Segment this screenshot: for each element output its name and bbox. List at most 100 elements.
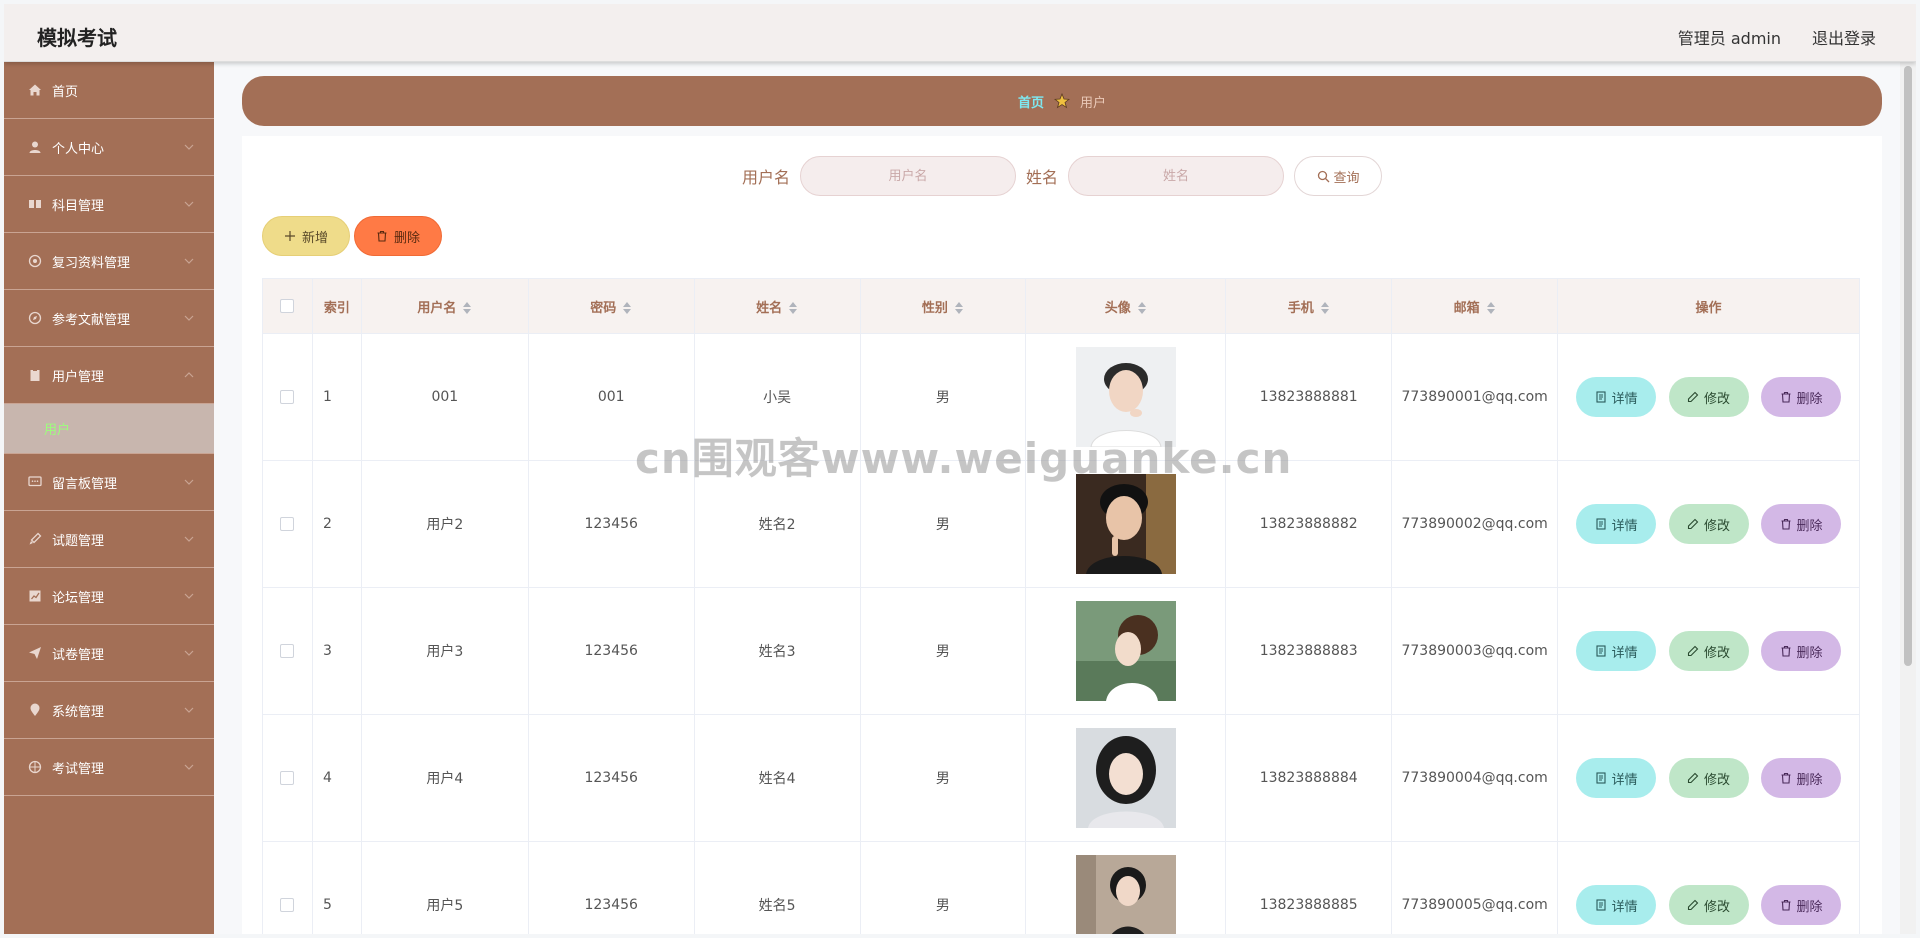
avatar[interactable] [1075,474,1176,574]
add-button[interactable]: 新增 [262,216,350,256]
sidebar-item-system[interactable]: 系统管理 [4,682,214,739]
col-gender[interactable]: 性别 [859,278,1027,334]
trash-icon [1781,899,1790,911]
star-icon [1054,93,1070,109]
sidebar-item-message[interactable]: 留言板管理 [4,454,214,511]
sidebar-item-review[interactable]: 复习资料管理 [4,233,214,290]
detail-button[interactable]: 详情 [1576,377,1657,417]
sidebar-item-label: 个人中心 [52,141,105,157]
name-search-input[interactable] [1068,156,1285,196]
sidebar-item-user-mgmt[interactable]: 用户管理 [4,347,214,404]
row-password: 123456 [527,714,695,842]
batch-delete-button[interactable]: 删除 [354,216,442,256]
row-checkbox[interactable] [280,644,295,658]
sidebar-item-forum[interactable]: 论坛管理 [4,568,214,625]
delete-button[interactable]: 删除 [1761,758,1842,798]
row-index: 4 [311,714,362,842]
detail-button[interactable]: 详情 [1576,885,1657,925]
chevron-down-icon [184,476,194,486]
sidebar-item-label: 试题管理 [52,533,105,549]
col-email[interactable]: 邮箱 [1391,278,1559,334]
document-icon [1596,518,1606,530]
table-row: 5 用户5 123456 姓名5 男 13823888885 773890005… [262,841,1860,934]
row-actions: 详情 修改 删除 [1557,460,1860,588]
breadcrumb-home[interactable]: 首页 [1018,92,1044,111]
breadcrumb: 首页 用户 [242,76,1882,126]
sort-icon [463,302,472,314]
vertical-scrollbar[interactable] [1900,62,1916,934]
detail-button[interactable]: 详情 [1576,758,1657,798]
delete-button[interactable]: 删除 [1761,504,1842,544]
sidebar-item-reference[interactable]: 参考文献管理 [4,290,214,347]
edit-button[interactable]: 修改 [1668,631,1749,671]
detail-button-label: 详情 [1611,772,1638,788]
col-avatar[interactable]: 头像 [1025,278,1227,334]
detail-button-label: 详情 [1611,518,1638,534]
document-icon [1596,772,1606,784]
delete-button-label: 删除 [1796,899,1823,915]
sidebar-item-exam[interactable]: 考试管理 [4,739,214,796]
search-button-label: 查询 [1333,170,1360,186]
edit-icon [1687,899,1699,911]
search-bar: 用户名 姓名 查询 [242,156,1882,196]
select-all-cell [262,278,313,334]
row-password: 123456 [527,841,695,934]
edit-button[interactable]: 修改 [1668,504,1749,544]
detail-button[interactable]: 详情 [1576,631,1657,671]
row-select-cell [262,714,313,842]
delete-button[interactable]: 删除 [1761,631,1842,671]
username-search-input[interactable] [800,156,1016,196]
row-gender: 男 [859,714,1027,842]
sidebar-item-label: 用户管理 [52,369,105,385]
edit-button-label: 修改 [1704,645,1731,661]
sidebar-item-papers[interactable]: 试卷管理 [4,625,214,682]
select-all-checkbox[interactable] [280,299,295,313]
col-name[interactable]: 姓名 [693,278,861,334]
col-password[interactable]: 密码 [527,278,695,334]
sidebar-item-personal[interactable]: 个人中心 [4,119,214,176]
avatar[interactable] [1075,855,1176,934]
trash-icon [1781,391,1790,403]
avatar[interactable] [1075,601,1176,701]
row-avatar-cell [1025,714,1227,842]
chevron-down-icon [184,590,194,600]
row-actions: 详情 修改 删除 [1557,333,1860,461]
row-email: 773890002@qq.com [1391,460,1559,588]
row-username: 用户4 [360,714,529,842]
trash-icon [1781,772,1790,784]
logout-link[interactable]: 退出登录 [1812,25,1876,49]
sidebar-item-home[interactable]: 首页 [4,62,214,119]
row-email: 773890005@qq.com [1391,841,1559,934]
location-icon [28,703,42,717]
edit-button[interactable]: 修改 [1668,758,1749,798]
delete-button[interactable]: 删除 [1761,885,1842,925]
chevron-down-icon [184,198,194,208]
username-label: 用户名 [741,168,790,187]
sidebar-item-label: 留言板管理 [52,476,118,492]
edit-button[interactable]: 修改 [1668,885,1749,925]
col-actions: 操作 [1557,278,1860,334]
sidebar-item-questions[interactable]: 试题管理 [4,511,214,568]
col-username[interactable]: 用户名 [360,278,529,334]
delete-button[interactable]: 删除 [1761,377,1842,417]
sidebar-item-subject[interactable]: 科目管理 [4,176,214,233]
sidebar-subitem-user[interactable]: 用户 [4,404,214,454]
row-checkbox[interactable] [280,390,295,404]
col-phone[interactable]: 手机 [1225,278,1393,334]
brush-icon [28,532,42,546]
grid-icon [28,197,42,211]
detail-button[interactable]: 详情 [1576,504,1657,544]
row-username: 用户2 [360,460,529,588]
row-checkbox[interactable] [280,771,295,785]
edit-button[interactable]: 修改 [1668,377,1749,417]
sidebar-item-label: 试卷管理 [52,647,105,663]
row-select-cell [262,460,313,588]
chevron-down-icon [184,647,194,657]
row-checkbox[interactable] [280,517,295,531]
row-select-cell [262,841,313,934]
search-button[interactable]: 查询 [1294,156,1383,196]
app-title: 模拟考试 [37,26,117,50]
avatar[interactable] [1075,728,1176,828]
row-checkbox[interactable] [280,898,295,912]
scrollbar-thumb[interactable] [1904,66,1912,666]
